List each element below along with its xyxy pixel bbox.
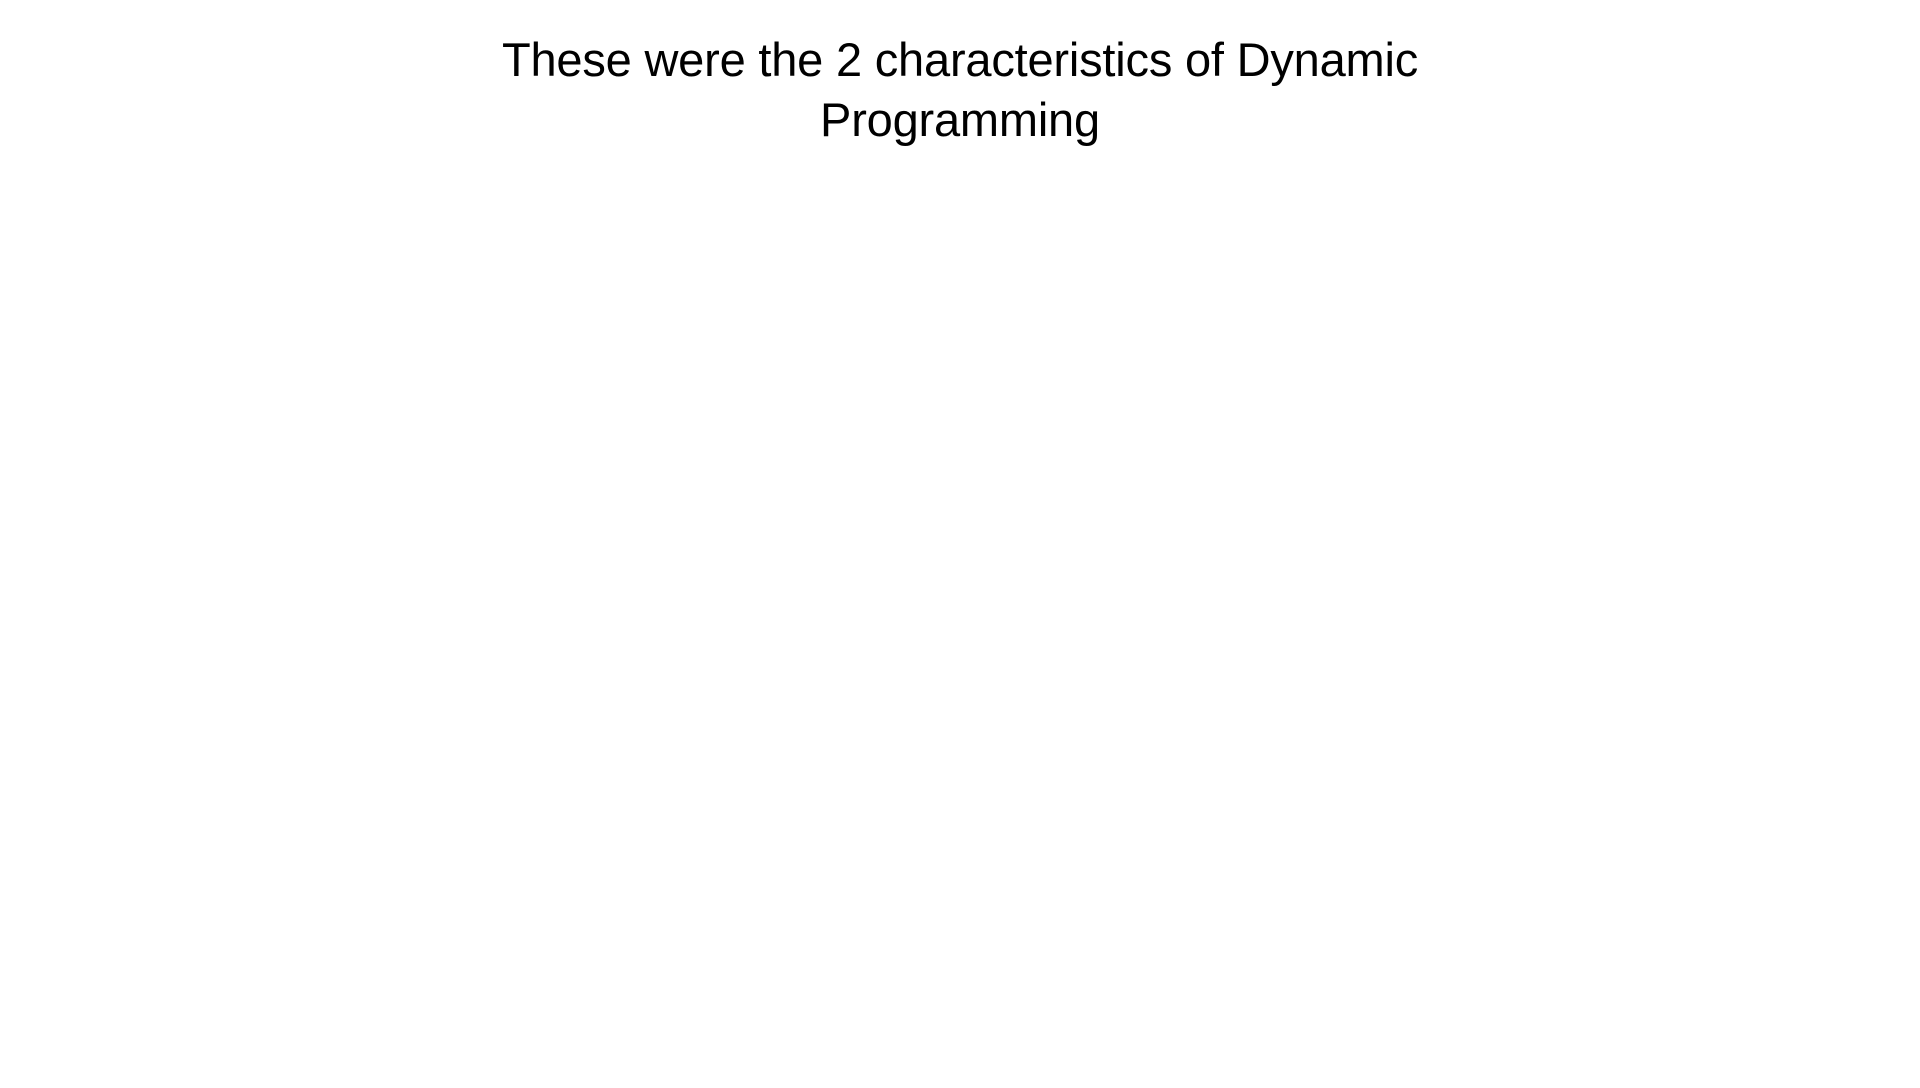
slide-title: These were the 2 characteristics of Dyna… bbox=[501, 33, 1419, 146]
slide-canvas: These were the 2 characteristics of Dyna… bbox=[0, 0, 1920, 1088]
